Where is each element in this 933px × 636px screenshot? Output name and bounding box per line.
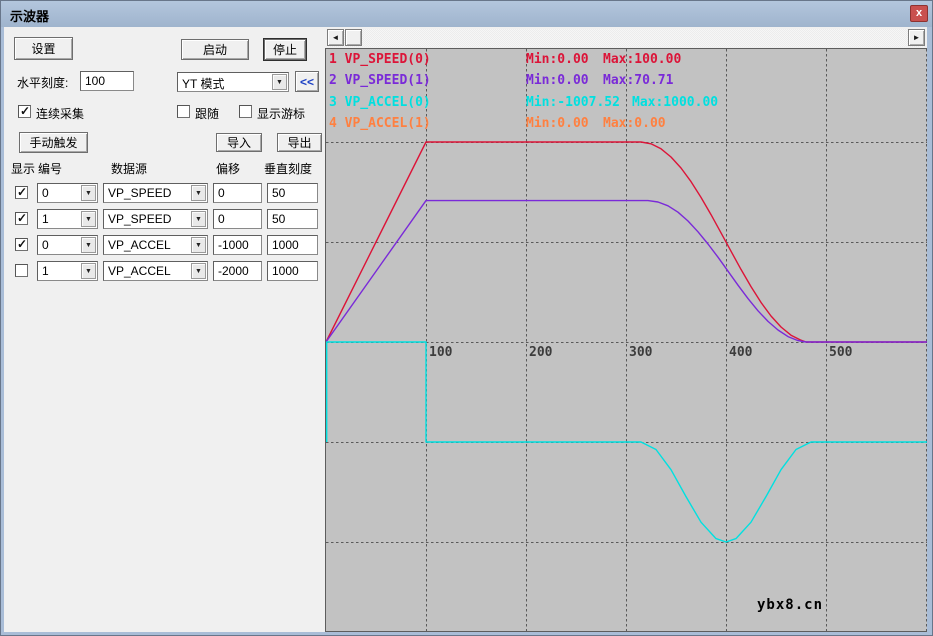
oscilloscope-window: 示波器 x 设置 启动 停止 水平刻度: 100 YT 模式 ▼ << 连续采集… — [0, 0, 933, 636]
channel-index-select-value: 1 — [42, 212, 49, 226]
show-cursor-label: 显示游标 — [257, 107, 306, 121]
channel-offset-input[interactable]: 0 — [213, 183, 262, 203]
legend-entry: 4 VP_ACCEL(1) Min:0.00 Max:0.00 — [326, 116, 927, 134]
watermark: ybx8.cn — [757, 597, 824, 613]
scrollbar-thumb[interactable] — [345, 29, 362, 46]
chevron-down-icon[interactable]: ▼ — [191, 263, 206, 279]
channel-offset-input[interactable]: -1000 — [213, 235, 262, 255]
channel-scale-input[interactable]: 1000 — [267, 235, 318, 255]
x-tick-label: 100 — [429, 345, 453, 360]
legend-max-value: Max:0.00 — [603, 116, 666, 131]
legend-entry: 3 VP_ACCEL(0) Min:-1007.52 Max:1000.00 — [326, 95, 927, 113]
channel-show-checkbox[interactable] — [15, 211, 28, 225]
chevron-down-icon[interactable]: ▼ — [191, 211, 206, 227]
channel-index-select[interactable]: 0 ▼ — [37, 183, 98, 203]
channel-source-select[interactable]: VP_SPEED ▼ — [103, 209, 208, 229]
control-panel: 设置 启动 停止 水平刻度: 100 YT 模式 ▼ << 连续采集 跟随 显示… — [4, 27, 325, 632]
channel-index-select[interactable]: 0 ▼ — [37, 235, 98, 255]
scroll-left-icon[interactable]: ◄ — [327, 29, 344, 46]
x-tick-label: 300 — [629, 345, 653, 360]
channel-source-select[interactable]: VP_ACCEL ▼ — [103, 235, 208, 255]
channel-source-select-value: VP_ACCEL — [108, 238, 171, 252]
show-cursor-checkbox[interactable] — [239, 105, 252, 118]
channel-source-select[interactable]: VP_ACCEL ▼ — [103, 261, 208, 281]
continuous-capture-label: 连续采集 — [36, 107, 85, 121]
channel-offset-input[interactable]: 0 — [213, 209, 262, 229]
channel-column-header: 垂直刻度 — [264, 162, 313, 176]
horizontal-scrollbar[interactable]: ◄ ► — [327, 29, 925, 47]
continuous-capture-checkbox[interactable] — [18, 104, 31, 118]
channel-source-select-value: VP_SPEED — [108, 212, 172, 226]
export-button[interactable]: 导出 — [277, 133, 322, 152]
channel-source-select[interactable]: VP_SPEED ▼ — [103, 183, 208, 203]
collapse-button[interactable]: << — [295, 71, 319, 92]
window-content: 设置 启动 停止 水平刻度: 100 YT 模式 ▼ << 连续采集 跟随 显示… — [4, 27, 927, 632]
channel-source-select-value: VP_ACCEL — [108, 264, 171, 278]
legend-entry: 2 VP_SPEED(1) Min:0.00 Max:70.71 — [326, 73, 927, 91]
channel-index-select[interactable]: 1 ▼ — [37, 261, 98, 281]
legend-channel-name: 2 VP_SPEED(1) — [329, 73, 431, 88]
settings-button[interactable]: 设置 — [14, 37, 73, 60]
legend-min-value: Min:-1007.52 — [526, 95, 620, 110]
chevron-down-icon[interactable]: ▼ — [81, 185, 96, 201]
channel-index-select-value: 1 — [42, 264, 49, 278]
channel-column-header: 偏移 — [216, 162, 241, 176]
channel-show-checkbox[interactable] — [15, 185, 28, 199]
channel-show-checkbox[interactable] — [15, 264, 28, 277]
channel-index-select[interactable]: 1 ▼ — [37, 209, 98, 229]
scope-plot: 1 VP_SPEED(0) Min:0.00 Max:100.00 2 VP_SPEE… — [325, 48, 927, 632]
chevron-down-icon[interactable]: ▼ — [81, 263, 96, 279]
horizontal-scale-label: 水平刻度: — [17, 76, 69, 90]
title-bar: 示波器 x — [1, 1, 932, 27]
x-tick-label: 400 — [729, 345, 753, 360]
x-tick-label: 500 — [829, 345, 853, 360]
channel-source-select-value: VP_SPEED — [108, 186, 172, 200]
channel-column-header: 数据源 — [111, 162, 148, 176]
legend-channel-name: 1 VP_SPEED(0) — [329, 52, 431, 67]
channel-scale-input[interactable]: 50 — [267, 183, 318, 203]
chevron-down-icon[interactable]: ▼ — [191, 237, 206, 253]
manual-trigger-button[interactable]: 手动触发 — [19, 132, 88, 153]
channel-scale-input[interactable]: 1000 — [267, 261, 318, 281]
follow-label: 跟随 — [195, 107, 220, 121]
legend-max-value: Max:70.71 — [603, 73, 674, 88]
start-button[interactable]: 启动 — [181, 39, 249, 60]
legend-max-value: Max:100.00 — [603, 52, 682, 67]
channel-show-checkbox[interactable] — [15, 237, 28, 251]
legend-max-value: Max:1000.00 — [632, 95, 719, 110]
follow-checkbox[interactable] — [177, 105, 190, 118]
scroll-right-icon[interactable]: ► — [908, 29, 925, 46]
legend-min-value: Min:0.00 — [526, 52, 589, 67]
channel-index-select-value: 0 — [42, 238, 49, 252]
chevron-down-icon[interactable]: ▼ — [81, 237, 96, 253]
legend-channel-name: 4 VP_ACCEL(1) — [329, 116, 431, 131]
stop-button[interactable]: 停止 — [264, 39, 306, 60]
chart-area: ◄ ► 1 VP_SPEED(0) Min:0.00 Max:100.00 2 VP_… — [325, 27, 927, 632]
mode-select[interactable]: YT 模式 ▼ — [177, 72, 289, 92]
x-tick-label: 200 — [529, 345, 553, 360]
legend-channel-name: 3 VP_ACCEL(0) — [329, 95, 431, 110]
legend-min-value: Min:0.00 — [526, 73, 589, 88]
chart-canvas — [326, 49, 927, 631]
legend-min-value: Min:0.00 — [526, 116, 589, 131]
channel-column-header: 显示 — [11, 162, 36, 176]
import-button[interactable]: 导入 — [216, 133, 262, 152]
legend-entry: 1 VP_SPEED(0) Min:0.00 Max:100.00 — [326, 52, 927, 70]
channel-column-header: 编号 — [38, 162, 63, 176]
channel-scale-input[interactable]: 50 — [267, 209, 318, 229]
channel-offset-input[interactable]: -2000 — [213, 261, 262, 281]
chevron-down-icon[interactable]: ▼ — [191, 185, 206, 201]
mode-select-value: YT 模式 — [182, 77, 225, 91]
channel-index-select-value: 0 — [42, 186, 49, 200]
horizontal-scale-input[interactable]: 100 — [80, 71, 134, 91]
close-button[interactable]: x — [910, 5, 928, 22]
window-title: 示波器 — [10, 9, 50, 24]
chevron-down-icon[interactable]: ▼ — [81, 211, 96, 227]
chevron-down-icon[interactable]: ▼ — [272, 74, 287, 90]
